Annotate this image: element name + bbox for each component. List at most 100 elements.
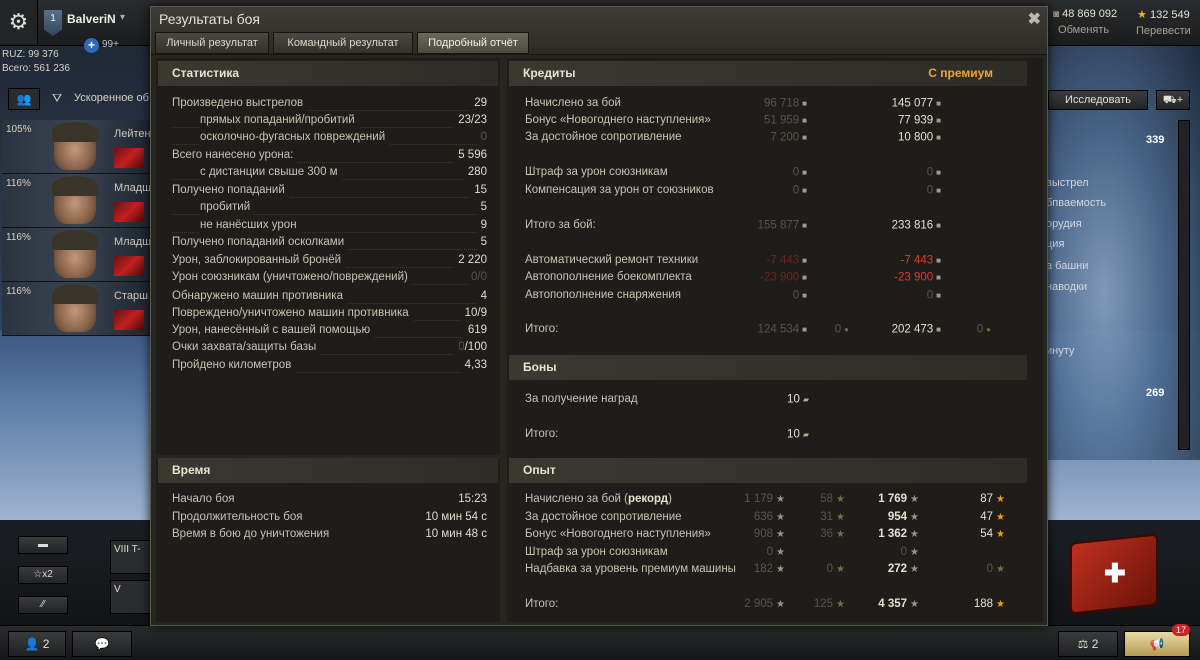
- credits-icon: ■: [802, 99, 807, 108]
- credits-value: ◙ 48 869 092: [1053, 8, 1118, 20]
- credits-icon: ■: [936, 256, 941, 265]
- bond-value-text: 10: [787, 393, 800, 406]
- stat-value: 4: [476, 288, 487, 305]
- xp-label: Бонус «Новогоднего наступления»: [525, 528, 711, 540]
- credit-base-text: 96 718: [763, 97, 800, 110]
- time-row: Продолжительность боя 10 мин 54 с: [172, 509, 487, 526]
- experience-header: Опыт: [509, 458, 1027, 483]
- credits-icon: ◙: [1053, 8, 1060, 20]
- credits-block[interactable]: ◙ 48 869 092 Обменять: [1050, 8, 1117, 36]
- rank-icon: 1: [44, 10, 62, 36]
- credit-base-text: 155 877: [757, 219, 800, 232]
- params-scrollbar[interactable]: [1178, 120, 1190, 450]
- xp-premium-text: 272: [887, 563, 908, 575]
- credit-total-label: Итого:: [525, 323, 559, 335]
- xp-base-text: 908: [753, 528, 774, 540]
- stat-label: Урон союзникам (уничтожено/повреждений): [172, 269, 412, 286]
- bond-label: За получение наград: [525, 393, 638, 405]
- credit-premium: 233 816 ■: [892, 217, 941, 235]
- stat-row: прямых попаданий/пробитий 23/23: [172, 112, 487, 129]
- credit-premium-text: 0: [926, 289, 934, 302]
- bond-icon: ▰: [802, 395, 809, 404]
- multiplier-filter[interactable]: ☆x2: [18, 566, 68, 584]
- tank-compare-icon[interactable]: ⛟+: [1156, 90, 1190, 110]
- star-icon: ★: [910, 494, 919, 505]
- credits-icon: ■: [802, 133, 807, 142]
- credits-icon: ■: [936, 99, 941, 108]
- free-xp-base: 36 ★: [820, 526, 845, 543]
- gold-block[interactable]: ★ 132 549 Перевести: [1136, 8, 1191, 37]
- free-xp-premium-text: 0: [986, 563, 994, 575]
- stat-value: 5: [476, 199, 487, 216]
- credit-base: 0 ■: [793, 164, 807, 182]
- star-icon: ★: [836, 599, 845, 610]
- free-xp-premium-text: 47: [980, 511, 994, 523]
- param-text: инуту: [1046, 345, 1075, 357]
- star-icon: ★: [996, 599, 1005, 610]
- xp-base-text: 182: [753, 563, 774, 575]
- crew-rank-badge: [114, 310, 144, 330]
- bond-value: 10 ▰: [787, 426, 809, 444]
- crew-skill-pct: 116%: [6, 178, 31, 189]
- credit-row: Бонус «Новогоднего наступления» 51 959 ■ 77…: [525, 112, 1015, 129]
- tank-filter-icon[interactable]: ▬: [18, 536, 68, 554]
- stat-row: с дистанции свыше 300 м 280: [172, 164, 487, 181]
- bond-value: 10 ▰: [787, 391, 809, 409]
- xp-premium: 4 357 ★: [878, 596, 919, 613]
- crew-role: Старш: [114, 290, 148, 302]
- credit-premium-text: 77 939: [897, 114, 934, 127]
- stat-value: 4,33: [460, 357, 487, 374]
- crew-icon[interactable]: 👥: [8, 88, 40, 110]
- param-text: ция: [1046, 238, 1065, 250]
- xp-row: Штраф за урон союзникам 0 ★ 0 ★: [525, 544, 1015, 561]
- battle-results-dialog: Результаты боя ✖ Личный результат Команд…: [150, 6, 1048, 626]
- crew-member[interactable]: 105% Лейтен: [2, 120, 152, 174]
- close-icon[interactable]: ✖: [1028, 9, 1041, 29]
- xp-label: Итого:: [525, 598, 559, 610]
- xp-label: Надбавка за уровень премиум машины: [525, 563, 736, 575]
- xp-base-text: 1 179: [744, 493, 774, 505]
- free-xp-base: 125 ★: [814, 596, 845, 613]
- tab-personal[interactable]: Личный результат: [155, 32, 269, 54]
- credit-label: Автопополнение боекомплекта: [525, 271, 692, 283]
- bonus-crate[interactable]: ✚: [1066, 520, 1164, 620]
- star-icon: ★: [776, 564, 785, 575]
- exchange-link[interactable]: Обменять: [1050, 24, 1117, 36]
- credit-row: За достойное сопротивление 7 200 ■ 10 800 ■: [525, 129, 1015, 146]
- bond-value-text: 10: [787, 428, 800, 441]
- star-icon: ★: [996, 529, 1005, 540]
- stat-value-bottom: 269: [1146, 387, 1165, 399]
- settings-gear-icon[interactable]: ⚙: [0, 0, 38, 44]
- gold-value: ★ 132 549: [1137, 9, 1190, 21]
- stat-label: Всего нанесено урона:: [172, 147, 298, 164]
- xp-label: Начислено за бой (рекорд): [525, 491, 672, 508]
- xp-row: Начислено за бой (рекорд) 1 179 ★ 58 ★ 1 769 ★…: [525, 491, 1015, 508]
- free-xp-premium-text: 54: [980, 528, 994, 540]
- accelerated-training-icon[interactable]: ⛛: [46, 88, 68, 110]
- credit-row: Автопополнение боекомплекта -23 900 ■ -23 9…: [525, 269, 1015, 286]
- transfer-link[interactable]: Перевести: [1136, 25, 1191, 37]
- xp-base-text: 636: [753, 511, 774, 523]
- stat-row: Всего нанесено урона: 5 596: [172, 147, 487, 164]
- credit-label: Автоматический ремонт техники: [525, 254, 699, 266]
- crew-member[interactable]: 116% Младш: [2, 228, 152, 282]
- friends-button[interactable]: 👤 2: [8, 631, 66, 657]
- tab-team[interactable]: Командный результат: [273, 32, 413, 54]
- type-filter-icon[interactable]: ⁄⁄: [18, 596, 68, 614]
- crew-member[interactable]: 116% Старш: [2, 282, 152, 336]
- tank-tier: V: [114, 584, 121, 595]
- crew-member[interactable]: 116% Младш: [2, 174, 152, 228]
- tab-detailed[interactable]: Подробный отчёт: [417, 32, 529, 54]
- research-button[interactable]: Исследовать: [1048, 90, 1148, 110]
- squad-button[interactable]: ⚖ 2: [1058, 631, 1118, 657]
- free-xp-base-text: 36: [820, 528, 834, 540]
- star-icon: ★: [836, 529, 845, 540]
- credit-premium: 10 800 ■: [898, 129, 941, 147]
- premium-add-icon[interactable]: +: [84, 38, 99, 53]
- stat-row: Очки захвата/защиты базы 0/100: [172, 339, 487, 356]
- credits-icon: ■: [802, 168, 807, 177]
- chat-icon[interactable]: 💬: [72, 631, 132, 657]
- crew-rank-badge: [114, 202, 144, 222]
- credit-label: Штраф за урон союзникам: [525, 166, 668, 178]
- credits-icon: ■: [936, 186, 941, 195]
